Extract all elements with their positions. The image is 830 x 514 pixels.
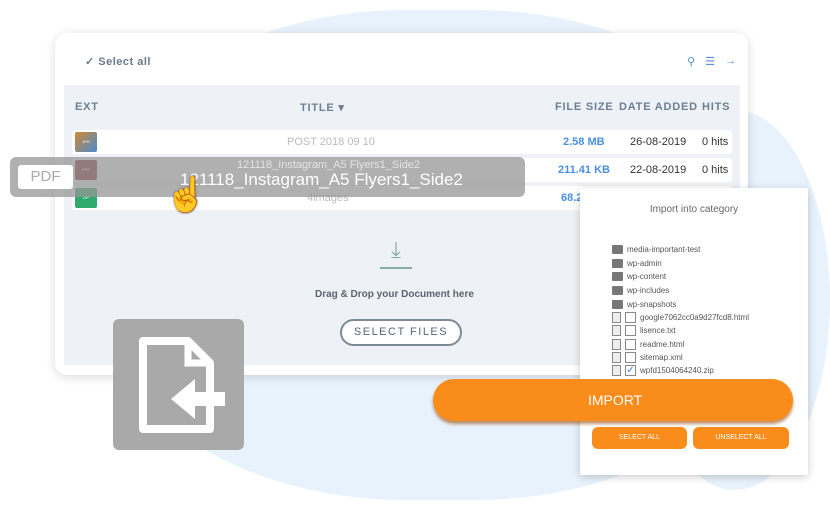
folder-item[interactable]: wp-content [612,270,666,283]
table-row[interactable]: JPG POST 2018 09 10 2.58 MB 26-08-2019 0… [72,130,732,154]
row-title: POST 2018 09 10 [287,136,375,148]
folder-label: wp-content [627,272,667,281]
file-checkbox[interactable] [625,339,636,350]
row-size: 211.41 KB [558,164,610,176]
row-date: 26-08-2019 [630,136,687,148]
select-all-label: Select all [98,56,151,68]
folder-icon [612,259,623,268]
header-ext[interactable]: EXT [75,101,99,113]
dropzone-text: Drag & Drop your Document here [315,289,474,300]
file-item[interactable]: sitemap.xml [612,351,683,364]
file-item[interactable]: ✓ wpfd1504064240.zip [612,364,714,377]
file-label: google7062cc0a9d27fcd8.html [640,313,749,322]
html-file-icon [612,339,621,350]
file-item[interactable]: readme.html [612,338,684,351]
header-title[interactable]: TITLE ▾ [300,101,345,114]
folder-item[interactable]: wp-includes [612,284,669,297]
folder-icon [612,286,623,295]
file-checkbox-checked[interactable]: ✓ [625,365,636,376]
file-item[interactable]: lisence.txt [612,324,676,337]
import-file-icon [113,319,244,450]
folder-item[interactable]: wp-admin [612,257,662,270]
file-checkbox[interactable] [625,352,636,363]
select-all-button[interactable]: SELECT ALL [592,427,687,449]
row-title: 121118_Instagram_A5 Flyers1_Side2 [237,159,421,171]
folder-label: wp-admin [627,259,662,268]
row-size: 2.58 MB [563,136,605,148]
import-panel-title: Import into category [649,204,739,215]
folder-icon [612,245,623,254]
file-checkbox[interactable] [625,325,636,336]
xml-file-icon [612,352,621,363]
toolbar-icons: ⚲ ☰ → [687,55,736,68]
header-hits[interactable]: HITS [702,101,730,113]
file-label: sitemap.xml [640,353,683,362]
folder-label: wp-includes [627,286,670,295]
file-checkbox[interactable] [625,312,636,323]
header-file-size[interactable]: FILE SIZE [555,101,614,113]
text-file-icon [612,325,621,336]
hand-cursor-icon: ☝ [165,176,208,214]
file-label: lisence.txt [640,326,676,335]
folder-item[interactable]: media-important-test [612,243,700,256]
zip-file-icon [612,365,621,376]
row-date: 22-08-2019 [630,164,687,176]
file-item[interactable]: google7062cc0a9d27fcd8.html [612,311,749,324]
html-file-icon [612,312,621,323]
unselect-all-button[interactable]: UNSELECT ALL [693,427,789,449]
header-date-added[interactable]: DATE ADDED [619,101,698,113]
dragged-filename: 121118_Instagram_A5 Flyers1_Side2 [180,170,463,189]
arrow-right-icon[interactable]: → [725,55,736,68]
jpg-file-icon: JPG [75,132,97,152]
row-hits: 0 hits [702,136,729,148]
folder-icon [612,300,623,309]
select-files-button[interactable]: SELECT FILES [340,319,462,346]
folder-item[interactable]: wp-snapshots [612,298,676,311]
folder-label: wp-snapshots [627,300,677,309]
import-button[interactable]: IMPORT [433,379,793,421]
file-label: readme.html [640,340,685,349]
file-label: wpfd1504064240.zip [640,366,714,375]
folder-label: media-important-test [627,245,701,254]
pdf-badge: PDF [18,165,73,189]
download-icon: ⤓ [380,237,412,269]
select-all-link[interactable]: ✓ Select all [85,55,151,68]
row-hits: 0 hits [702,164,729,176]
folder-icon [612,272,623,281]
search-icon[interactable]: ⚲ [687,55,695,68]
filter-icon[interactable]: ☰ [705,55,715,68]
